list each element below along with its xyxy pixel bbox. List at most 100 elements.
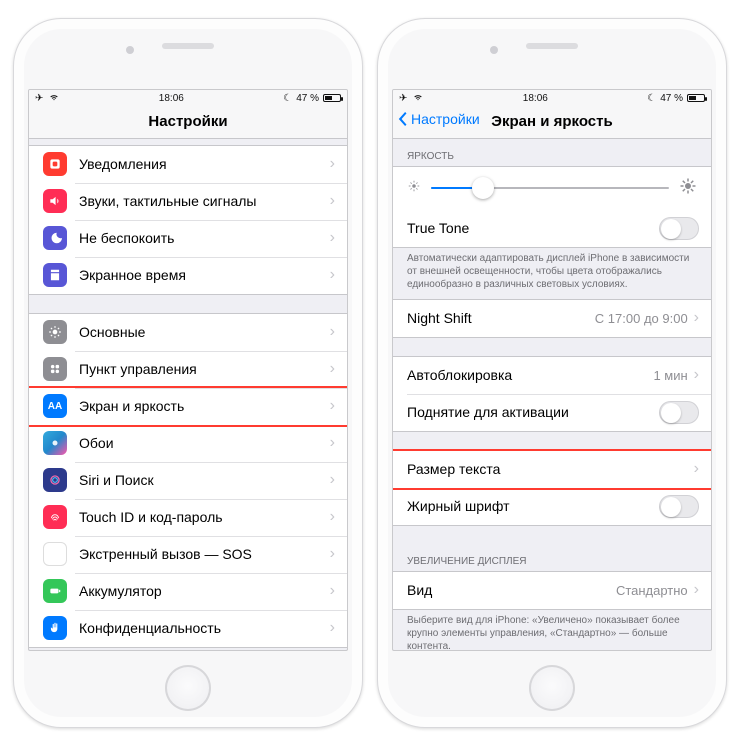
brightness-slider-row[interactable] <box>393 167 711 210</box>
row-label: Touch ID и код-пароль <box>79 509 330 525</box>
settings-group-2: Основные › Пункт управления › AA Экран и… <box>29 313 347 648</box>
row-label: True Tone <box>407 220 659 236</box>
row-label: Siri и Поиск <box>79 472 330 488</box>
brightness-slider[interactable] <box>431 187 669 189</box>
chevron-right-icon: › <box>330 508 335 526</box>
status-time: 18:06 <box>159 93 184 104</box>
status-time: 18:06 <box>523 93 548 104</box>
row-notifications[interactable]: Уведомления › <box>29 146 347 183</box>
chevron-right-icon: › <box>330 155 335 173</box>
row-label: Пункт управления <box>79 361 330 377</box>
row-label: Поднятие для активации <box>407 404 659 420</box>
phone-left: 18:06 47 % Настройки Уведомления › <box>13 18 363 728</box>
control-center-icon <box>43 357 67 381</box>
battery-icon <box>687 94 705 102</box>
dnd-icon <box>43 226 67 250</box>
chevron-right-icon: › <box>694 309 699 327</box>
general-icon <box>43 320 67 344</box>
status-bar: 18:06 47 % <box>393 90 711 107</box>
night-shift-group: Night Shift С 17:00 до 9:00 › <box>393 299 711 338</box>
row-touchid[interactable]: Touch ID и код-пароль › <box>29 499 347 536</box>
row-view[interactable]: Вид Стандартно › <box>393 572 711 609</box>
wallpaper-icon <box>43 431 67 455</box>
row-label: Экстренный вызов — SOS <box>79 546 330 562</box>
row-display-brightness[interactable]: AA Экран и яркость › <box>29 388 347 425</box>
wifi-icon <box>49 92 59 105</box>
row-autolock[interactable]: Автоблокировка 1 мин › <box>393 357 711 394</box>
row-true-tone[interactable]: True Tone <box>393 210 711 247</box>
row-sounds[interactable]: Звуки, тактильные сигналы › <box>29 183 347 220</box>
row-privacy[interactable]: Конфиденциальность › <box>29 610 347 647</box>
row-label: Вид <box>407 582 616 598</box>
row-label: Основные <box>79 324 330 340</box>
navbar: Настройки Экран и яркость <box>393 107 711 139</box>
row-general[interactable]: Основные › <box>29 314 347 351</box>
dnd-moon-icon <box>283 93 292 104</box>
row-value: Стандартно <box>616 583 688 598</box>
chevron-right-icon: › <box>330 192 335 210</box>
true-tone-toggle[interactable] <box>659 217 699 240</box>
row-wallpaper[interactable]: Обои › <box>29 425 347 462</box>
brightness-low-icon <box>407 179 421 198</box>
front-camera <box>126 46 134 54</box>
bold-toggle[interactable] <box>659 495 699 518</box>
chevron-right-icon: › <box>330 619 335 637</box>
chevron-right-icon: › <box>694 581 699 599</box>
siri-icon <box>43 468 67 492</box>
battery-percent: 47 % <box>660 93 683 104</box>
row-label: Уведомления <box>79 156 330 172</box>
touchid-icon <box>43 505 67 529</box>
row-dnd[interactable]: Не беспокоить › <box>29 220 347 257</box>
back-button[interactable]: Настройки <box>397 111 480 127</box>
settings-list[interactable]: Уведомления › Звуки, тактильные сигналы … <box>29 139 347 650</box>
privacy-icon <box>43 616 67 640</box>
autolock-group: Автоблокировка 1 мин › Поднятие для акти… <box>393 356 711 432</box>
row-value: С 17:00 до 9:00 <box>595 311 688 326</box>
row-label: Не беспокоить <box>79 230 330 246</box>
display-settings[interactable]: ЯРКОСТЬ True Tone <box>393 139 711 650</box>
brightness-high-icon <box>679 177 697 200</box>
row-control-center[interactable]: Пункт управления › <box>29 351 347 388</box>
row-label: Конфиденциальность <box>79 620 330 636</box>
earpiece-speaker <box>162 43 214 49</box>
row-screentime[interactable]: Экранное время › <box>29 257 347 294</box>
row-label: Звуки, тактильные сигналы <box>79 193 330 209</box>
chevron-right-icon: › <box>330 582 335 600</box>
sounds-icon <box>43 189 67 213</box>
row-siri[interactable]: Siri и Поиск › <box>29 462 347 499</box>
phone-right: 18:06 47 % Настройки Экран и яркость ЯРК… <box>377 18 727 728</box>
chevron-right-icon: › <box>694 366 699 384</box>
home-button[interactable] <box>529 665 575 711</box>
wifi-icon <box>413 92 423 105</box>
airplane-icon <box>35 93 45 104</box>
settings-group-1: Уведомления › Звуки, тактильные сигналы … <box>29 145 347 295</box>
row-raise-to-wake[interactable]: Поднятие для активации <box>393 394 711 431</box>
row-label: Экранное время <box>79 267 330 283</box>
chevron-right-icon: › <box>330 323 335 341</box>
navbar: Настройки <box>29 107 347 139</box>
airplane-icon <box>399 93 409 104</box>
row-label: Аккумулятор <box>79 583 330 599</box>
screen-left: 18:06 47 % Настройки Уведомления › <box>28 89 348 651</box>
row-sos[interactable]: SOS Экстренный вызов — SOS › <box>29 536 347 573</box>
earpiece-speaker <box>526 43 578 49</box>
row-battery[interactable]: Аккумулятор › <box>29 573 347 610</box>
chevron-right-icon: › <box>330 229 335 247</box>
status-bar: 18:06 47 % <box>29 90 347 107</box>
chevron-right-icon: › <box>330 397 335 415</box>
row-text-size[interactable]: Размер текста › <box>393 451 711 488</box>
zoom-group: Вид Стандартно › <box>393 571 711 610</box>
home-button[interactable] <box>165 665 211 711</box>
true-tone-footer: Автоматически адаптировать дисплей iPhon… <box>393 248 711 299</box>
zoom-footer: Выберите вид для iPhone: «Увеличено» пок… <box>393 610 711 650</box>
row-label: Размер текста <box>407 461 694 477</box>
raise-toggle[interactable] <box>659 401 699 424</box>
row-label: Обои <box>79 435 330 451</box>
back-label: Настройки <box>411 111 480 127</box>
row-label: Night Shift <box>407 310 595 326</box>
row-bold-text[interactable]: Жирный шрифт <box>393 488 711 525</box>
screentime-icon <box>43 263 67 287</box>
chevron-right-icon: › <box>330 266 335 284</box>
row-night-shift[interactable]: Night Shift С 17:00 до 9:00 › <box>393 300 711 337</box>
chevron-right-icon: › <box>330 434 335 452</box>
